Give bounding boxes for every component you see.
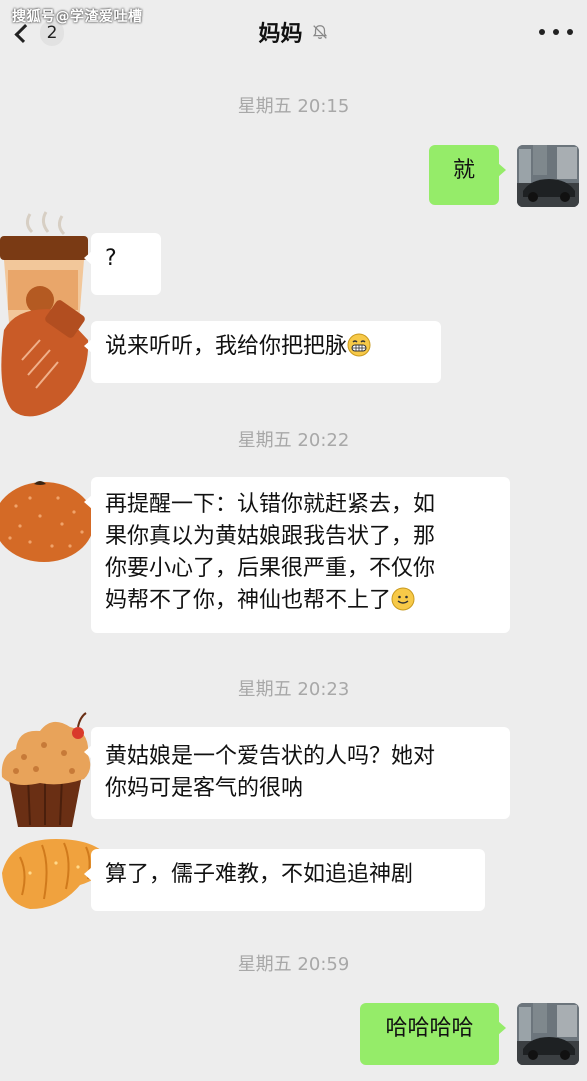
timestamp: 星期五 20:15 [237, 96, 350, 117]
chat-header: 2 妈妈 搜狐号@学渣爱吐槽 [0, 0, 587, 64]
self-avatar[interactable] [517, 1003, 579, 1065]
coffee-mitten-sticker-icon [0, 211, 89, 417]
message-bubble-contact[interactable]: 算了，儒子难教，不如追追神剧 [84, 849, 485, 911]
message-text: 妈帮不了你，神仙也帮不上了 [105, 588, 392, 613]
mute-bell-icon [312, 25, 327, 39]
grin-emoji-icon [347, 333, 371, 357]
contact-avatar-sticker[interactable] [0, 705, 95, 830]
message-text-line: 妈帮不了你，神仙也帮不上了 [105, 585, 496, 617]
timestamp: 星期五 20:23 [237, 679, 350, 700]
contact-avatar-sticker[interactable] [0, 476, 95, 564]
message-text-line: 你妈可是客气的很呐 [105, 776, 304, 801]
message-text-line: 果你真以为黄姑娘跟我告状了，那 [105, 524, 436, 549]
cupcake-sticker-icon [1, 712, 91, 827]
message-text: 就 [452, 158, 475, 183]
chat-title: 妈妈 [258, 22, 303, 47]
car-photo-icon [517, 1003, 579, 1065]
message-text: 说来听听，我给你把把脉 [105, 334, 348, 359]
self-avatar[interactable] [517, 145, 579, 207]
message-text: 算了，儒子难教，不如追追神剧 [105, 862, 414, 887]
more-options-button[interactable] [539, 20, 573, 44]
watermark: 搜狐号@学渣爱吐槽 [12, 9, 143, 25]
smile-emoji-icon [391, 587, 415, 611]
message-bubble-contact[interactable]: 再提醒一下：认错你就赶紧去，如 果你真以为黄姑娘跟我告状了，那 你要小心了，后果… [84, 477, 510, 633]
message-bubble-contact[interactable]: ? [84, 233, 161, 295]
message-text: 哈哈哈哈 [385, 1016, 474, 1041]
timestamp: 星期五 20:59 [237, 954, 350, 975]
message-text: ? [105, 246, 117, 271]
contact-avatar-sticker[interactable] [0, 210, 95, 425]
timestamp: 星期五 20:22 [237, 430, 350, 451]
dot-icon [553, 29, 559, 35]
message-bubble-self[interactable]: 哈哈哈哈 [360, 1003, 506, 1065]
orange-fruit-sticker-icon [0, 481, 94, 562]
car-photo-icon [517, 145, 579, 207]
message-text-line: 黄姑娘是一个爱告状的人吗？她对 [105, 744, 436, 769]
dot-icon [567, 29, 573, 35]
dot-icon [539, 29, 545, 35]
message-bubble-contact[interactable]: 黄姑娘是一个爱告状的人吗？她对 你妈可是客气的很呐 [84, 727, 510, 819]
message-bubble-self[interactable]: 就 [429, 145, 506, 205]
message-text-line: 你要小心了，后果很严重，不仅你 [105, 556, 436, 581]
message-text-line: 再提醒一下：认错你就赶紧去，如 [105, 492, 436, 517]
message-bubble-contact[interactable]: 说来听听，我给你把把脉 [84, 321, 441, 383]
